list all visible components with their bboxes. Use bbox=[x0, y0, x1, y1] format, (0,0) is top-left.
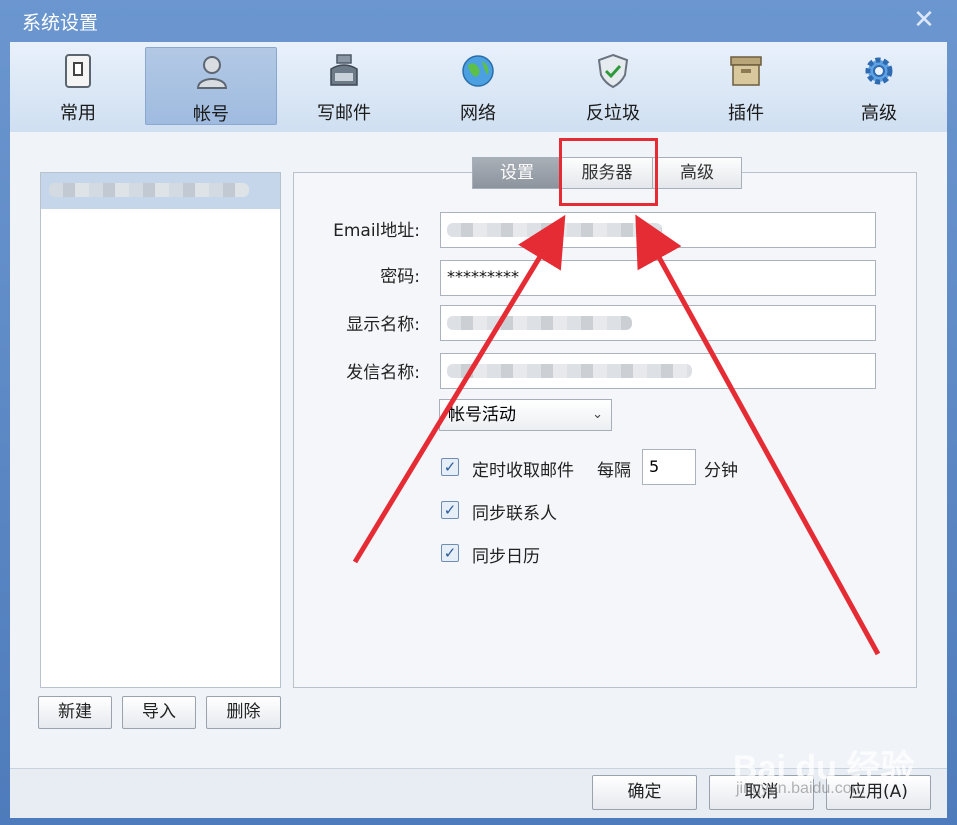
account-list[interactable] bbox=[40, 172, 281, 688]
settings-window: 系统设置 ✕ 常用 帐号 写邮件 网络 反垃圾 插件 高级 新建 导入 删除 设… bbox=[0, 0, 957, 825]
toolbar-item-antispam[interactable]: 反垃圾 bbox=[547, 47, 679, 125]
account-list-item-selected[interactable] bbox=[41, 173, 280, 209]
interval-input[interactable]: 5 bbox=[642, 449, 696, 485]
toolbar-item-advanced[interactable]: 高级 bbox=[813, 47, 945, 125]
email-label: Email地址: bbox=[333, 221, 420, 241]
fetch-mail-checkbox[interactable]: ✓ bbox=[441, 458, 459, 476]
window-title: 系统设置 bbox=[22, 12, 99, 34]
box-icon bbox=[730, 56, 762, 86]
display-name-label: 显示名称: bbox=[346, 315, 420, 335]
toolbar-item-account[interactable]: 帐号 bbox=[145, 47, 277, 125]
ok-button[interactable]: 确定 bbox=[592, 775, 697, 810]
gear-icon bbox=[865, 57, 893, 85]
account-status-select[interactable]: 帐号活动 ⌄ bbox=[439, 399, 612, 431]
interval-prefix-label: 每隔 bbox=[597, 461, 631, 481]
tab-settings[interactable]: 设置 bbox=[472, 157, 562, 189]
globe-icon bbox=[462, 55, 494, 87]
toolbar-label: 网络 bbox=[460, 103, 496, 124]
sync-contacts-label: 同步联系人 bbox=[472, 504, 557, 524]
annotation-highlight-box bbox=[559, 138, 658, 206]
person-icon bbox=[196, 56, 228, 89]
redacted-email bbox=[447, 223, 662, 237]
import-account-button[interactable]: 导入 bbox=[122, 696, 196, 729]
ink-bottle-icon bbox=[330, 54, 358, 86]
toolbar-label: 高级 bbox=[861, 103, 897, 124]
redacted-display-name bbox=[447, 316, 632, 330]
toolbar-item-plugins[interactable]: 插件 bbox=[680, 47, 812, 125]
close-icon[interactable]: ✕ bbox=[911, 7, 937, 34]
sender-name-field[interactable] bbox=[440, 353, 876, 389]
settings-body: 新建 导入 删除 设置 服务器 高级 Email地址: 密码: ********… bbox=[10, 132, 947, 768]
email-field[interactable] bbox=[440, 212, 876, 248]
new-account-button[interactable]: 新建 bbox=[38, 696, 112, 729]
sender-name-label: 发信名称: bbox=[346, 363, 420, 383]
toolbar-label: 插件 bbox=[728, 103, 764, 124]
interval-unit-label: 分钟 bbox=[704, 461, 738, 481]
toolbar-item-general[interactable]: 常用 bbox=[12, 47, 144, 125]
display-name-field[interactable] bbox=[440, 305, 876, 341]
shield-check-icon bbox=[597, 53, 629, 89]
password-label: 密码: bbox=[380, 267, 420, 287]
fetch-mail-label: 定时收取邮件 bbox=[472, 461, 574, 481]
chevron-down-icon: ⌄ bbox=[592, 407, 603, 422]
switch-icon bbox=[65, 54, 91, 88]
toolbar-label: 常用 bbox=[60, 103, 96, 124]
sync-calendar-label: 同步日历 bbox=[472, 547, 540, 567]
sync-contacts-checkbox[interactable]: ✓ bbox=[441, 501, 459, 519]
toolbar-label: 写邮件 bbox=[317, 103, 371, 124]
toolbar-label: 反垃圾 bbox=[586, 103, 640, 124]
category-toolbar: 常用 帐号 写邮件 网络 反垃圾 插件 高级 bbox=[10, 42, 947, 133]
redacted-sender-name bbox=[447, 364, 692, 378]
title-bar: 系统设置 ✕ bbox=[0, 0, 957, 42]
account-status-value: 帐号活动 bbox=[448, 405, 516, 425]
tab-advanced[interactable]: 高级 bbox=[652, 157, 742, 189]
sync-calendar-checkbox[interactable]: ✓ bbox=[441, 544, 459, 562]
redacted-account bbox=[49, 183, 249, 197]
toolbar-item-compose[interactable]: 写邮件 bbox=[278, 47, 410, 125]
toolbar-label: 帐号 bbox=[193, 104, 229, 125]
delete-account-button[interactable]: 删除 bbox=[206, 696, 281, 729]
password-field[interactable]: ********* bbox=[440, 260, 876, 296]
watermark-url: jingyan.baidu.com bbox=[736, 780, 865, 797]
toolbar-item-network[interactable]: 网络 bbox=[412, 47, 544, 125]
